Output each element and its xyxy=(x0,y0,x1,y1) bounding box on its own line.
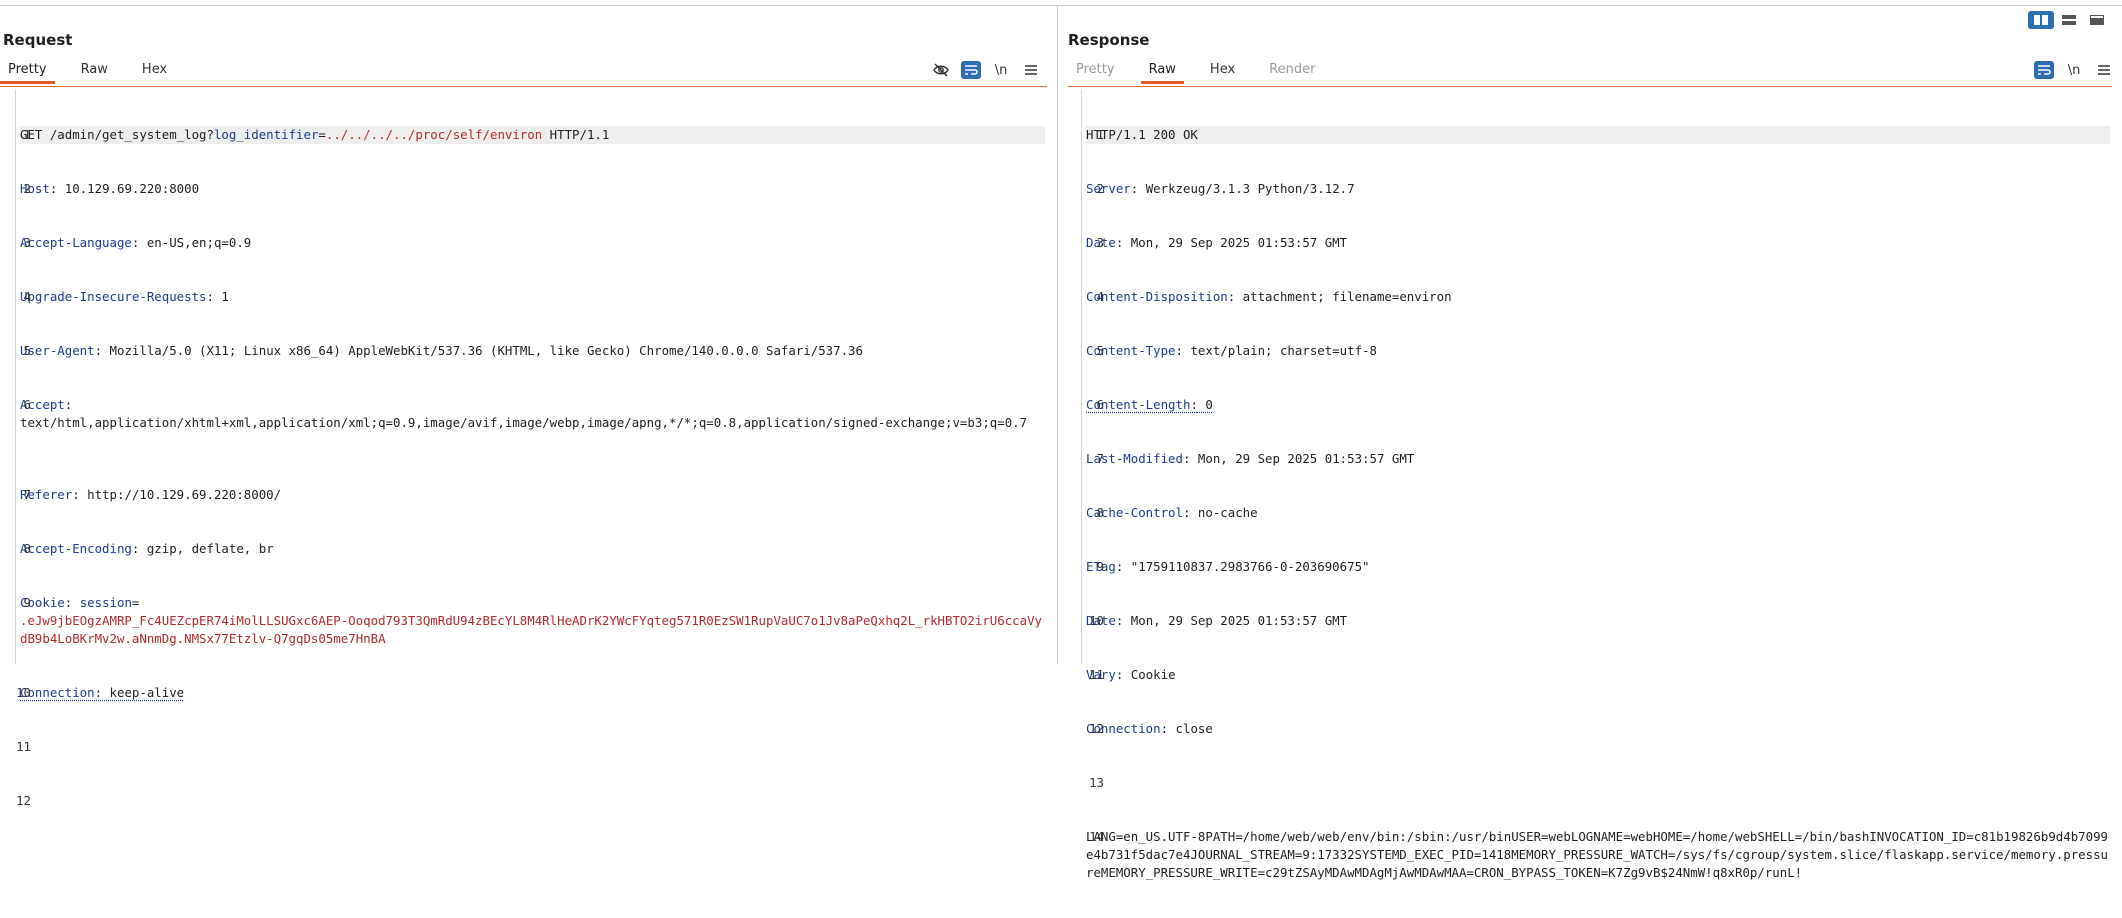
code-line: 5 User-Agent: Mozilla/5.0 (X11; Linux x86… xyxy=(20,342,1045,360)
code-line: 2 Server: Werkzeug/3.1.3 Python/3.12.7 xyxy=(1086,180,2110,198)
response-toolbar: \n xyxy=(2034,61,2114,79)
eye-off-icon[interactable] xyxy=(931,61,951,79)
response-tabbar-underline xyxy=(1068,86,2112,87)
code-line: 1 HTTP/1.1 200 OK xyxy=(1086,126,2110,144)
tab-render[interactable]: Render xyxy=(1261,58,1323,84)
request-tabbar-underline xyxy=(0,86,1047,87)
tab-hex[interactable]: Hex xyxy=(134,58,175,84)
code-line: 12 xyxy=(20,792,1045,810)
request-toolbar: \n xyxy=(931,61,1041,79)
newline-toggle[interactable]: \n xyxy=(991,61,1011,79)
code-line: 7 Last-Modified: Mon, 29 Sep 2025 01:53:5… xyxy=(1086,450,2110,468)
response-editor[interactable]: 1 HTTP/1.1 200 OK 2 Server: Werkzeug/3.1.3… xyxy=(1058,90,2122,664)
tab-pretty[interactable]: Pretty xyxy=(1068,58,1123,84)
code-line: 9 ETag: "1759110837.2983766-0-203690675" xyxy=(1086,558,2110,576)
code-line: 14 LANG=en_US.UTF-8PATH=/home/web/web/env… xyxy=(1086,828,2110,882)
code-line: 9 Cookie: session= .eJw9jbEOgzAMRP_Fc4UEZc… xyxy=(20,594,1045,648)
code-line: 6 Accept: text/html,application/xhtml+xml,… xyxy=(20,396,1045,450)
word-wrap-icon[interactable] xyxy=(2034,61,2054,79)
request-tabs: Pretty Raw Hex xyxy=(0,58,175,86)
code-line: 3 Date: Mon, 29 Sep 2025 01:53:57 GMT xyxy=(1086,234,2110,252)
gutter-divider xyxy=(15,90,16,664)
request-editor[interactable]: 1 GET /admin/get_system_log?log_identifie… xyxy=(0,90,1057,664)
code-line: 2 Host: 10.129.69.220:8000 xyxy=(20,180,1045,198)
code-line: 8 Cache-Control: no-cache xyxy=(1086,504,2110,522)
code-line: 1 GET /admin/get_system_log?log_identifie… xyxy=(20,126,1045,144)
code-line: 13 xyxy=(1086,774,2110,792)
response-tabs: Pretty Raw Hex Render xyxy=(1068,58,1323,86)
request-title: Request xyxy=(3,31,72,49)
tab-pretty[interactable]: Pretty xyxy=(0,58,55,84)
word-wrap-icon[interactable] xyxy=(961,61,981,79)
code-line: 4 Content-Disposition: attachment; filena… xyxy=(1086,288,2110,306)
hamburger-menu-icon[interactable] xyxy=(1021,61,1041,79)
code-line: 3 Accept-Language: en-US,en;q=0.9 xyxy=(20,234,1045,252)
tab-hex[interactable]: Hex xyxy=(1202,58,1243,84)
code-line: 11 Vary: Cookie xyxy=(1086,666,2110,684)
code-line: 10 Connection: keep-alive xyxy=(20,684,1045,702)
response-code[interactable]: 1 HTTP/1.1 200 OK 2 Server: Werkzeug/3.1.3… xyxy=(1086,90,2110,918)
response-pane: Response Pretty Raw Hex Render \n 1 HTTP/… xyxy=(1058,6,2122,664)
code-line: 4 Upgrade-Insecure-Requests: 1 xyxy=(20,288,1045,306)
gutter-divider xyxy=(1081,90,1082,664)
code-line: 8 Accept-Encoding: gzip, deflate, br xyxy=(20,540,1045,558)
tab-raw[interactable]: Raw xyxy=(73,58,116,84)
code-line: 12 Connection: close xyxy=(1086,720,2110,738)
hamburger-menu-icon[interactable] xyxy=(2094,61,2114,79)
request-pane: Request Pretty Raw Hex \n 1 GET /admin/ge… xyxy=(0,6,1057,664)
code-line: 10 Date: Mon, 29 Sep 2025 01:53:57 GMT xyxy=(1086,612,2110,630)
request-code[interactable]: 1 GET /admin/get_system_log?log_identifie… xyxy=(20,90,1045,846)
response-title: Response xyxy=(1068,31,1149,49)
code-line: 6 Content-Length: 0 xyxy=(1086,396,2110,414)
code-line: 11 xyxy=(20,738,1045,756)
code-line: 5 Content-Type: text/plain; charset=utf-8 xyxy=(1086,342,2110,360)
newline-toggle[interactable]: \n xyxy=(2064,61,2084,79)
tab-raw[interactable]: Raw xyxy=(1141,58,1184,84)
code-line: 7 Referer: http://10.129.69.220:8000/ xyxy=(20,486,1045,504)
